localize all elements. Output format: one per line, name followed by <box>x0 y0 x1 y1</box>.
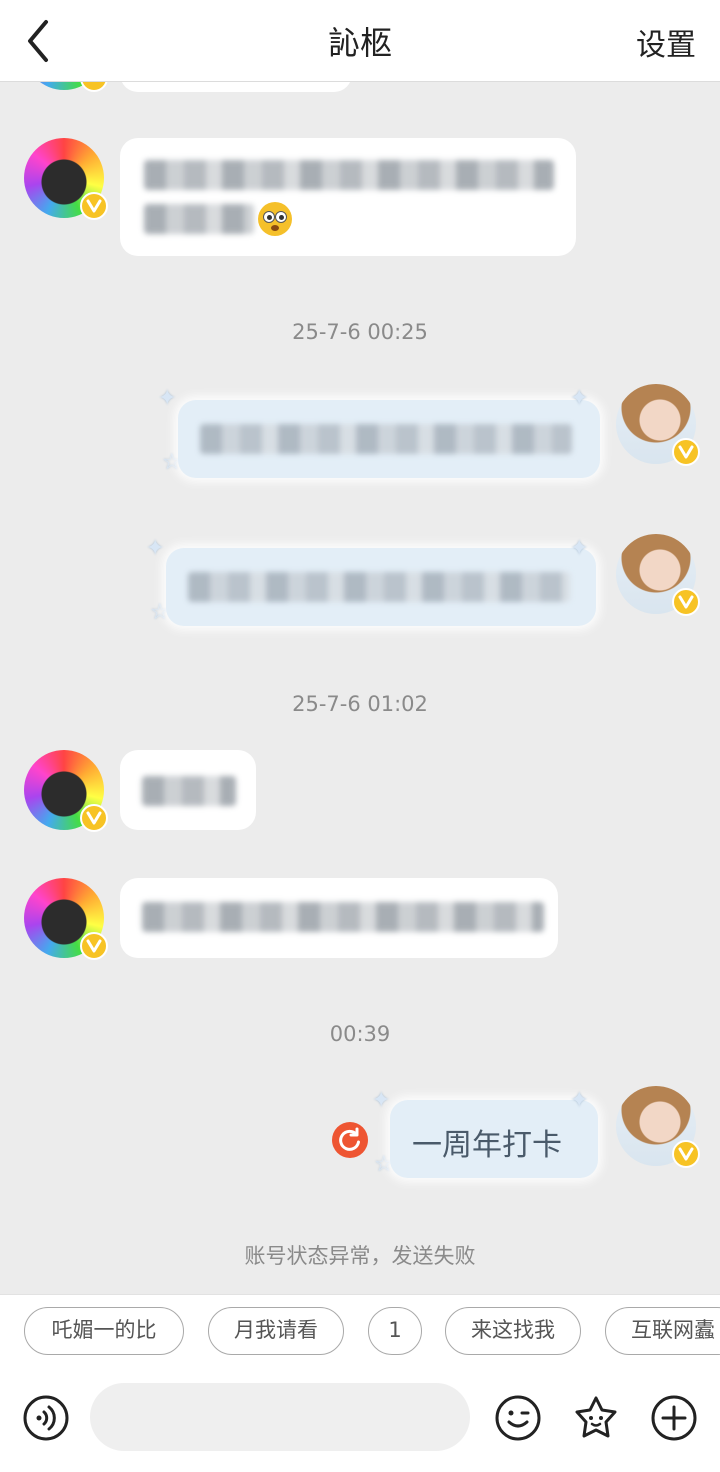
message-input[interactable] <box>90 1383 470 1451</box>
message-timestamp: 25-7-6 00:25 <box>292 320 428 344</box>
flushed-face-emoji-icon <box>258 202 292 236</box>
message-bubble-sent[interactable]: 一周年打卡 <box>390 1100 598 1178</box>
quick-reply-chip[interactable]: 月我请看 <box>208 1307 344 1355</box>
message-bubble-sent[interactable] <box>178 400 600 478</box>
quick-reply-chip[interactable]: 互联网蠹 <box>605 1307 720 1355</box>
verified-badge-icon <box>80 932 108 960</box>
sparkle-icon: ✦ <box>570 1088 589 1113</box>
message-text: 一周年打卡 <box>412 1128 562 1163</box>
settings-button[interactable]: 设置 <box>636 20 696 64</box>
quick-reply-chip[interactable]: 1 <box>368 1307 422 1355</box>
quick-reply-chip[interactable]: 来这找我 <box>445 1307 581 1355</box>
message-timestamp: 00:39 <box>329 1022 391 1046</box>
emoji-button[interactable] <box>494 1394 542 1442</box>
retry-button[interactable] <box>332 1122 368 1158</box>
send-failed-notice: 账号状态异常，发送失败 <box>244 1244 476 1268</box>
chat-title: 訫柩 <box>327 24 392 62</box>
quick-reply-bar: 吒媚一的比 月我请看 1 来这找我 互联网蠹 <box>0 1294 720 1372</box>
top-bar: 訫柩 设置 <box>0 0 720 82</box>
chat-history[interactable]: 25-7-6 00:25 ✦ ☆ ✦ ✦ ☆ ✦ 25-7-6 01:02 00… <box>0 82 720 1294</box>
message-bubble-sent[interactable] <box>166 548 596 626</box>
redacted-text <box>200 424 572 454</box>
voice-button[interactable] <box>22 1394 70 1442</box>
message-bubble-received[interactable] <box>120 878 558 958</box>
smiley-icon <box>495 1395 541 1441</box>
add-button[interactable] <box>650 1394 698 1442</box>
verified-badge-icon <box>672 1140 700 1168</box>
my-avatar[interactable] <box>616 1086 700 1168</box>
plus-icon <box>651 1395 697 1441</box>
sparkle-icon: ✦ <box>372 1088 391 1113</box>
verified-badge-icon <box>672 588 700 616</box>
message-input-bar <box>0 1372 720 1472</box>
sparkle-icon: ✦ <box>146 536 165 561</box>
sparkle-icon: ✦ <box>570 536 589 561</box>
contact-avatar[interactable] <box>24 750 108 832</box>
verified-badge-icon <box>672 438 700 466</box>
redacted-text <box>142 776 236 806</box>
sparkle-icon: ✦ <box>570 386 589 411</box>
verified-badge-icon <box>80 804 108 832</box>
contact-avatar[interactable] <box>24 82 108 92</box>
quick-reply-chip[interactable]: 吒媚一的比 <box>24 1307 184 1355</box>
retry-icon <box>339 1127 360 1151</box>
redacted-text <box>144 204 254 234</box>
verified-badge-icon <box>80 82 108 92</box>
sparkle-icon: ✦ <box>158 386 177 411</box>
message-bubble-received[interactable] <box>120 82 352 92</box>
contact-avatar[interactable] <box>24 878 108 960</box>
star-sticker-icon <box>575 1396 617 1438</box>
my-avatar[interactable] <box>616 384 700 466</box>
message-timestamp: 25-7-6 01:02 <box>292 692 428 716</box>
verified-badge-icon <box>80 192 108 220</box>
sticker-button[interactable] <box>572 1394 620 1442</box>
message-bubble-received[interactable] <box>120 750 256 830</box>
contact-avatar[interactable] <box>24 138 108 220</box>
redacted-text <box>188 572 570 602</box>
redacted-text <box>144 160 554 190</box>
redacted-text <box>142 902 544 932</box>
voice-icon <box>23 1395 69 1441</box>
my-avatar[interactable] <box>616 534 700 616</box>
message-bubble-received[interactable] <box>120 138 576 256</box>
